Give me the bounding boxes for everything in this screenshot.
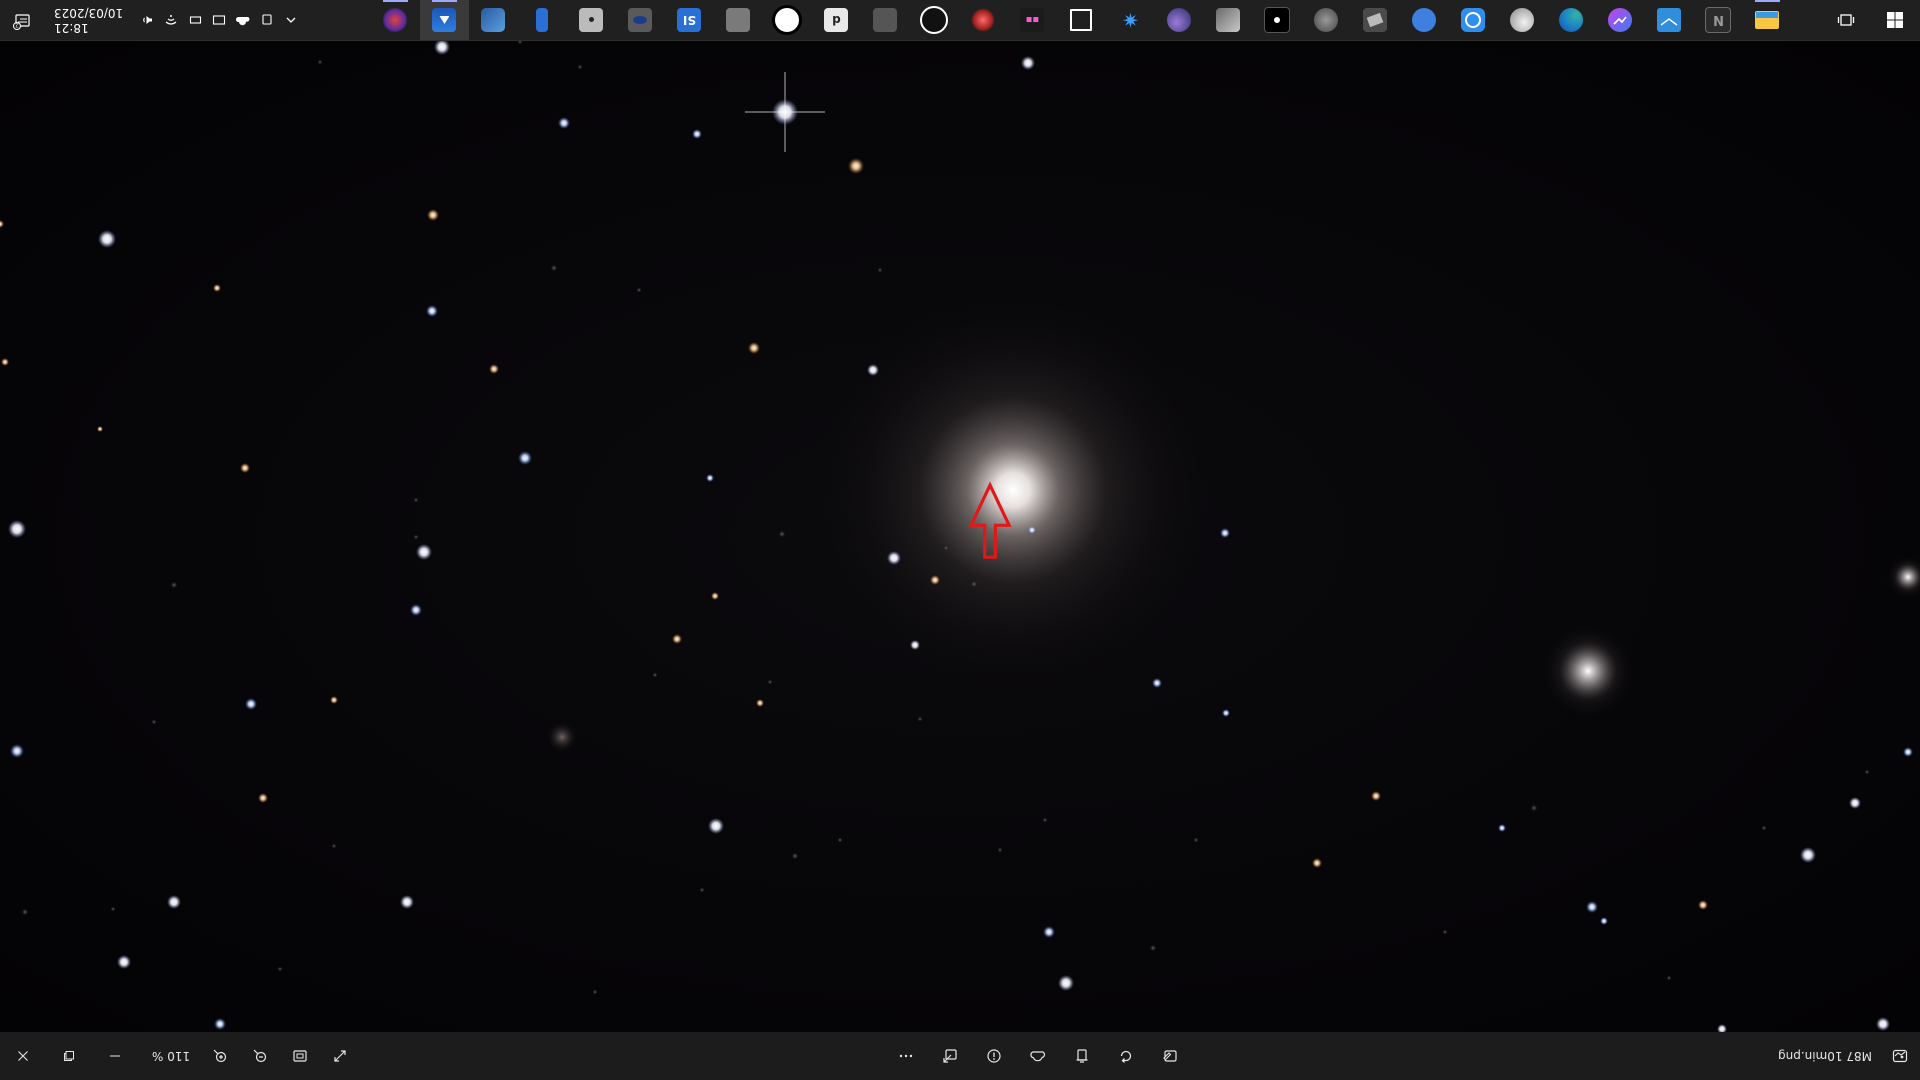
onedrive-icon[interactable] — [1018, 1036, 1058, 1076]
taskbar-pinned-apps: N ✷ ▪▪ d SI — [371, 0, 1792, 40]
radar-app-icon[interactable] — [763, 0, 812, 40]
galaxy-app-icon[interactable] — [959, 0, 1008, 40]
starburst-app-icon[interactable]: ✷ — [1106, 0, 1155, 40]
viewer-toolbar-right: 110 % — [0, 1032, 360, 1080]
windows-start-icon[interactable] — [1871, 0, 1920, 40]
screen-rotated-180: M87 10min.png 110 % N ✷ ▪▪ d SI 18:21 10… — [0, 0, 1920, 1080]
cubes-app-icon[interactable] — [469, 0, 518, 40]
delete-icon[interactable] — [1062, 1036, 1102, 1076]
notification-count: 2 — [15, 22, 19, 28]
notification-center-icon[interactable]: 2 — [0, 0, 44, 40]
rotate-icon[interactable] — [1106, 1036, 1146, 1076]
red-galaxy-app-icon[interactable] — [371, 0, 420, 40]
photos-taskbar-icon[interactable] — [420, 0, 469, 40]
zoom-out-icon[interactable] — [240, 1036, 280, 1076]
galaxy-m87 — [803, 280, 1223, 700]
sphere-app-icon[interactable] — [1498, 0, 1547, 40]
blue-figure-app-icon[interactable] — [518, 0, 567, 40]
mail-icon[interactable] — [1645, 0, 1694, 40]
faint-galaxy — [546, 721, 578, 753]
minimize-icon[interactable] — [92, 1036, 138, 1076]
security-icon[interactable] — [255, 0, 279, 40]
dark-sky-app-icon[interactable] — [1253, 0, 1302, 40]
cloud-icon[interactable] — [231, 0, 255, 40]
galaxy-companion — [1540, 623, 1636, 719]
photo-viewer-toolbar: M87 10min.png 110 % — [0, 1031, 1920, 1080]
fit-to-window-icon[interactable] — [280, 1036, 320, 1076]
notion-icon[interactable]: N — [1694, 0, 1743, 40]
chevron-up-icon[interactable] — [279, 0, 303, 40]
system-tray: 18:21 10/03/2023 2 — [0, 0, 303, 40]
info-icon[interactable] — [974, 1036, 1014, 1076]
edge-icon[interactable] — [1547, 0, 1596, 40]
fullscreen-icon[interactable] — [320, 1036, 360, 1076]
close-icon[interactable] — [0, 1036, 46, 1076]
wifi-icon[interactable] — [159, 0, 183, 40]
file-name: M87 10min.png — [1778, 1049, 1872, 1063]
zoom-in-icon[interactable] — [200, 1036, 240, 1076]
astro-tool-icon[interactable] — [861, 0, 910, 40]
viewer-toolbar-center — [886, 1032, 1190, 1080]
maximize-icon[interactable] — [46, 1036, 92, 1076]
share-icon[interactable] — [930, 1036, 970, 1076]
taskbar-clock[interactable]: 18:21 10/03/2023 — [44, 5, 135, 35]
disk-app-icon[interactable] — [567, 0, 616, 40]
image-canvas[interactable] — [0, 39, 1920, 1032]
battery-icon[interactable] — [183, 0, 207, 40]
viewer-toolbar-left: M87 10min.png — [1778, 1032, 1920, 1080]
sky-app-icon[interactable] — [1351, 0, 1400, 40]
gray-app-icon[interactable] — [714, 0, 763, 40]
nebula-app-icon[interactable] — [1155, 0, 1204, 40]
zoom-level[interactable]: 110 % — [152, 1049, 190, 1063]
astro-photo — [0, 39, 1920, 1032]
taskbar: N ✷ ▪▪ d SI 18:21 10/03/2023 2 — [0, 0, 1920, 41]
si-app-icon[interactable]: SI — [665, 0, 714, 40]
clock-time: 18:21 — [54, 21, 89, 35]
edit-image-icon[interactable] — [1150, 1036, 1190, 1076]
docs-app-icon[interactable]: d — [812, 0, 861, 40]
taskbar-start-area — [1822, 0, 1920, 40]
photos-app-icon[interactable] — [1880, 1036, 1920, 1076]
signal-icon[interactable] — [1449, 0, 1498, 40]
messenger-icon[interactable] — [1596, 0, 1645, 40]
nasa-app-icon[interactable] — [616, 0, 665, 40]
color-grid-app-icon[interactable]: ▪▪ — [1008, 0, 1057, 40]
frame-app-icon[interactable] — [1057, 0, 1106, 40]
display-icon[interactable] — [207, 0, 231, 40]
bright-star — [745, 72, 825, 152]
clock-date: 10/03/2023 — [54, 6, 124, 20]
planet-app-icon[interactable] — [1302, 0, 1351, 40]
telescope-app-icon[interactable] — [1204, 0, 1253, 40]
file-explorer-icon[interactable] — [1743, 0, 1792, 40]
spiral-app-icon[interactable] — [910, 0, 959, 40]
volume-icon[interactable] — [135, 0, 159, 40]
galaxy-edge — [1886, 555, 1920, 599]
compass-app-icon[interactable] — [1400, 0, 1449, 40]
more-icon[interactable] — [886, 1036, 926, 1076]
task-view-icon[interactable] — [1822, 0, 1871, 40]
